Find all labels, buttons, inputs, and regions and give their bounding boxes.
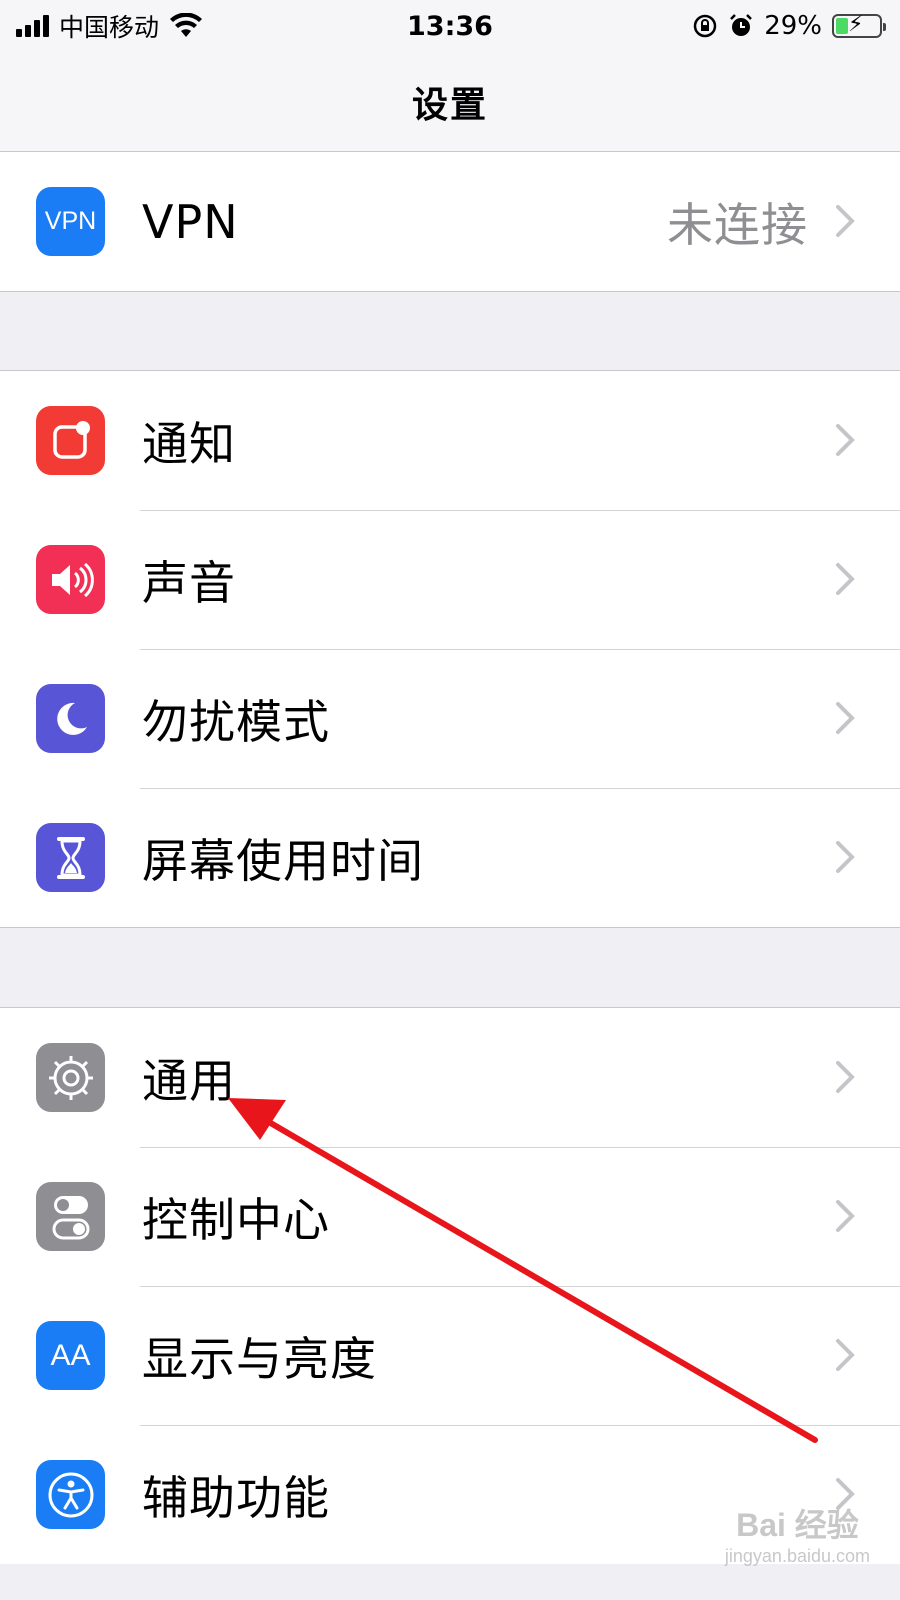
- watermark: Bai 经验 jingyan.baidu.com: [725, 1500, 870, 1567]
- chevron-right-icon: [836, 1339, 855, 1371]
- settings-group-vpn: VPN VPN 未连接: [0, 151, 900, 292]
- chevron-right-icon: [836, 702, 855, 734]
- chevron-right-icon: [836, 563, 855, 595]
- settings-row-notifications[interactable]: 通知: [0, 371, 900, 510]
- switches-icon: [36, 1182, 105, 1251]
- hourglass-icon: [36, 823, 105, 892]
- alarm-icon: [730, 14, 753, 36]
- status-left: 中国移动: [16, 8, 203, 44]
- settings-row-label: 显示与亮度: [142, 1331, 377, 1386]
- chevron-right-icon: [836, 1200, 855, 1232]
- settings-row-control-center[interactable]: 控制中心: [0, 1147, 900, 1286]
- settings-row-display-brightness[interactable]: AA 显示与亮度: [0, 1286, 900, 1425]
- settings-row-label: VPN: [142, 194, 239, 249]
- settings-row-label: 勿扰模式: [142, 694, 330, 749]
- sound-icon: [36, 545, 105, 614]
- signal-icon: [16, 15, 49, 37]
- status-bar: 中国移动 13:36 29% ⚡: [0, 0, 900, 52]
- settings-row-label: 通知: [142, 416, 236, 471]
- battery-percent: 29%: [764, 11, 822, 41]
- settings-row-vpn[interactable]: VPN VPN 未连接: [0, 152, 900, 291]
- vpn-icon: VPN: [36, 187, 105, 256]
- watermark-sub: jingyan.baidu.com: [724, 1546, 870, 1566]
- status-right: 29% ⚡: [692, 11, 886, 41]
- settings-row-label: 辅助功能: [142, 1470, 330, 1525]
- settings-row-general[interactable]: 通用: [0, 1008, 900, 1147]
- settings-row-screen-time[interactable]: 屏幕使用时间: [0, 788, 900, 927]
- moon-icon: [36, 684, 105, 753]
- settings-row-do-not-disturb[interactable]: 勿扰模式: [0, 649, 900, 788]
- settings-group-notifications: 通知 声音 勿扰模式 屏幕使用时间: [0, 370, 900, 928]
- settings-row-label: 声音: [142, 555, 236, 610]
- settings-row-sounds[interactable]: 声音: [0, 510, 900, 649]
- battery-icon: ⚡: [832, 12, 886, 38]
- settings-row-label: 通用: [142, 1053, 236, 1108]
- display-icon: AA: [36, 1321, 105, 1390]
- settings-group-general: 通用 控制中心 AA 显示与亮度 辅助功能: [0, 1007, 900, 1564]
- gear-icon: [36, 1043, 105, 1112]
- carrier-name: 中国移动: [59, 13, 160, 42]
- page-title: 设置: [411, 84, 488, 126]
- settings-row-label: 屏幕使用时间: [142, 833, 424, 888]
- chevron-right-icon: [836, 841, 855, 873]
- watermark-main: Bai 经验: [736, 1507, 859, 1543]
- chevron-right-icon: [836, 424, 855, 456]
- accessibility-icon: [36, 1460, 105, 1529]
- chevron-right-icon: [836, 1061, 855, 1093]
- settings-row-label: 控制中心: [142, 1192, 330, 1247]
- notifications-icon: [36, 406, 105, 475]
- wifi-icon: [170, 13, 203, 37]
- orientation-lock-icon: [693, 14, 717, 38]
- navigation-bar: 设置: [0, 52, 900, 152]
- chevron-right-icon: [836, 205, 855, 237]
- vpn-status: 未连接: [667, 197, 808, 252]
